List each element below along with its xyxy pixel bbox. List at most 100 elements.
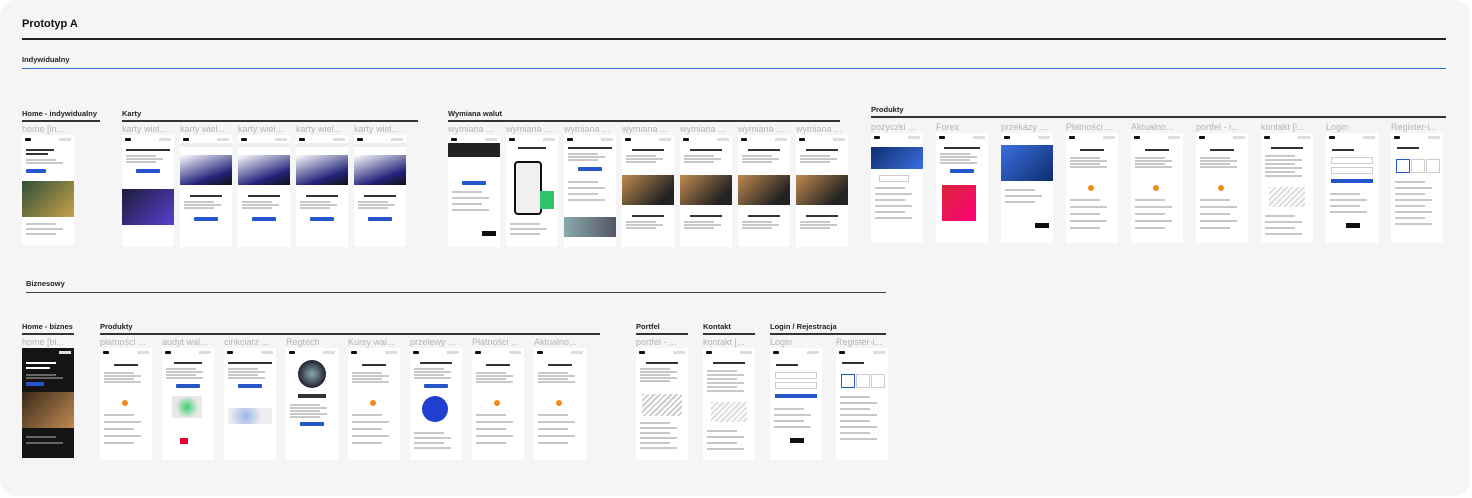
group-label: Portfel [636,322,660,331]
group-label: Home - biznes [22,322,73,331]
text-line [538,428,568,430]
text-line [640,371,677,373]
headline [420,362,452,364]
text-line [104,375,141,377]
text-line [1395,187,1432,189]
text-line [707,386,737,388]
text-line [1200,163,1230,165]
text-line [1395,181,1425,183]
screen-thumbnail [448,135,500,247]
text-line [875,187,905,189]
text-line [940,162,977,164]
text-line [1070,213,1100,215]
hero-banner [1001,145,1053,181]
nav-bar [567,138,613,141]
headline [248,195,280,197]
group-underline [871,116,1446,118]
illustration [1269,187,1305,207]
nav-bar [1199,136,1245,139]
frame-name: Regtech [286,337,320,347]
text-line [1200,160,1237,162]
app-store-button [1346,223,1360,228]
text-line [1135,163,1165,165]
screen-thumbnail [770,348,822,460]
text-line [875,193,912,195]
text-line [414,377,451,379]
text-line [538,381,575,383]
nav-bar [25,351,71,354]
cookie-banner [448,143,500,157]
text-line [358,201,388,203]
text-line [840,432,870,434]
headline [114,364,138,366]
frame-name: Login [1326,122,1349,132]
headline [228,362,272,364]
text-line [640,368,670,370]
screen-frame: wymiana ... [448,123,500,247]
headline [842,362,864,364]
text-line [940,159,970,161]
frame-name: home [bi... [22,337,65,347]
text-line [707,390,744,392]
text-line [352,375,389,377]
group-underline [100,333,600,335]
screen-frame: Forex [936,121,988,243]
text-line [800,161,830,163]
screen-frame: przelewy ... [410,336,462,460]
screen-frame: Aktualno... [534,336,586,460]
regtech-globe [298,360,326,388]
text-line [1200,227,1230,229]
text-line [684,221,714,223]
screen-frame: audyt wal... [162,336,214,460]
text-line [476,421,513,423]
text-line [1265,233,1302,235]
text-line [26,162,63,164]
screen-frame: wymiana ... [680,123,732,247]
text-line [1265,215,1295,217]
text-line [104,421,141,423]
screen-thumbnail [506,135,558,247]
text-line [510,223,540,225]
text-line [126,155,156,157]
card-visual [296,155,348,185]
nav-bar [1069,136,1115,139]
text-line [640,432,670,434]
headline [632,149,664,151]
frame-list: Login Register-i... [770,336,888,460]
headline [1397,147,1419,149]
nav-bar [299,138,345,141]
screen-frame: wymiana ... [738,123,790,247]
photo [738,175,790,205]
text-line [352,381,389,383]
text-line [640,427,677,429]
frame-name: karty wiel... [238,124,284,134]
cta-button [368,217,392,221]
text-line [1005,189,1035,191]
frame-name: pożyczki ... [871,122,916,132]
text-line [1395,199,1432,201]
text-line [640,380,670,382]
nav-bar [874,136,920,139]
text-line [290,410,320,412]
tab-bar [296,143,348,147]
text-line [1395,193,1425,195]
headline [26,367,50,369]
text-line [840,402,877,404]
nav-bar [509,138,555,141]
text-line [707,436,744,438]
text-line [358,207,388,209]
group-underline [636,333,688,335]
text-line [1070,166,1107,168]
chart-image [564,217,616,237]
screen-thumbnail [871,133,923,243]
text-line [510,228,547,230]
subheadline [748,215,780,217]
headline [1271,147,1303,149]
text-line [626,155,656,157]
headline [748,149,780,151]
frame-name: kontakt [... [703,337,745,347]
nav-bar [625,138,671,141]
wallet-illustration [642,394,682,416]
tab-bar [354,143,406,147]
text-line [1070,160,1107,162]
